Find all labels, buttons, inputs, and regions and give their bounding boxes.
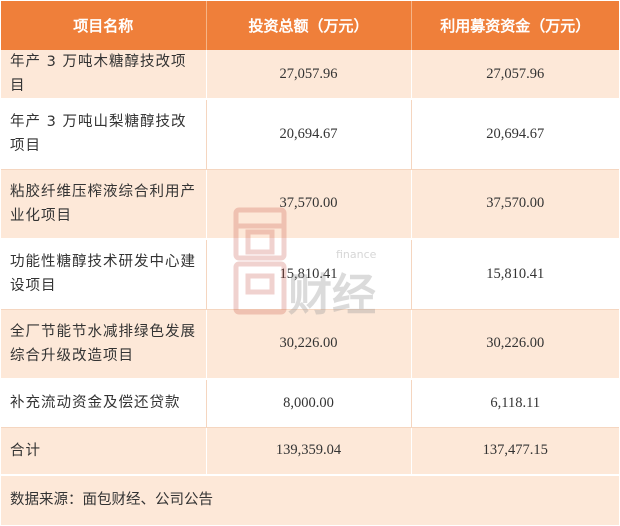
cell-total-investment: 8,000.00: [206, 379, 412, 428]
cell-total-investment: 37,570.00: [206, 169, 412, 240]
cell-total-investment: 27,057.96: [206, 50, 412, 100]
table-row: 全厂节能节水减排绿色发展综合升级改造项目 30,226.00 30,226.00: [1, 309, 619, 380]
cell-project-name: 补充流动资金及偿还贷款: [1, 379, 207, 428]
table-row: 粘胶纤维压榨液综合利用产业化项目 37,570.00 37,570.00: [1, 169, 619, 240]
cell-raised-funds-sum: 137,477.15: [411, 427, 619, 476]
cell-raised-funds: 15,810.41: [411, 239, 619, 310]
cell-total-investment: 15,810.41: [206, 239, 412, 310]
cell-total-investment: 20,694.67: [206, 99, 412, 170]
table-row: 功能性糖醇技术研发中心建设项目 15,810.41 15,810.41: [1, 239, 619, 310]
table-row: 年产 3 万吨山梨糖醇技改项目 20,694.67 20,694.67: [1, 99, 619, 170]
table-header-row: 项目名称 投资总额（万元） 利用募资资金（万元）: [1, 1, 619, 50]
header-total-investment: 投资总额（万元）: [206, 1, 412, 50]
header-raised-funds: 利用募资资金（万元）: [411, 1, 619, 50]
cell-total-investment: 30,226.00: [206, 309, 412, 380]
cell-raised-funds: 27,057.96: [411, 50, 619, 100]
table-total-row: 合计 139,359.04 137,477.15: [1, 427, 619, 476]
cell-total-investment-sum: 139,359.04: [206, 427, 412, 476]
cell-raised-funds: 20,694.67: [411, 99, 619, 170]
cell-project-name: 功能性糖醇技术研发中心建设项目: [1, 239, 207, 310]
table-row: 年产 3 万吨木糖醇技改项目 27,057.96 27,057.96: [1, 50, 619, 100]
project-table: 项目名称 投资总额（万元） 利用募资资金（万元） 年产 3 万吨木糖醇技改项目 …: [1, 1, 619, 476]
cell-total-label: 合计: [1, 427, 207, 476]
cell-raised-funds: 30,226.00: [411, 309, 619, 380]
cell-project-name: 全厂节能节水减排绿色发展综合升级改造项目: [1, 309, 207, 380]
table-row: 补充流动资金及偿还贷款 8,000.00 6,118.11: [1, 379, 619, 428]
cell-project-name: 年产 3 万吨木糖醇技改项目: [1, 50, 207, 100]
header-project-name: 项目名称: [1, 1, 207, 50]
cell-raised-funds: 6,118.11: [411, 379, 619, 428]
cell-raised-funds: 37,570.00: [411, 169, 619, 240]
cell-project-name: 粘胶纤维压榨液综合利用产业化项目: [1, 169, 207, 240]
source-note: 数据来源：面包财经、公司公告: [1, 476, 619, 525]
cell-project-name: 年产 3 万吨山梨糖醇技改项目: [1, 99, 207, 170]
